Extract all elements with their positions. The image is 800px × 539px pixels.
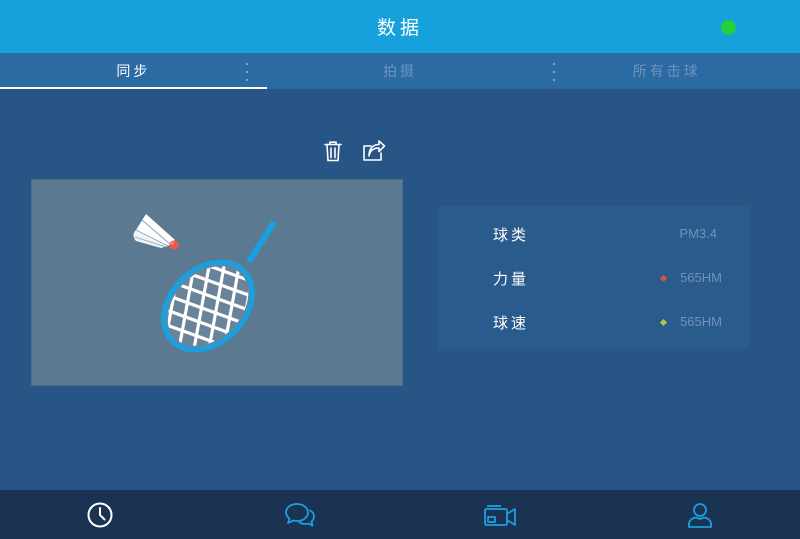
delete-button[interactable] bbox=[323, 140, 343, 162]
stat-value: 565HM bbox=[680, 270, 722, 285]
tab-bar: 同步 拍摄 所有击球 bbox=[0, 53, 800, 89]
share-icon bbox=[363, 140, 386, 161]
tab-sync[interactable]: 同步 bbox=[0, 53, 267, 89]
stat-label: 球速 bbox=[493, 314, 530, 332]
stat-label: 球类 bbox=[493, 226, 530, 244]
video-camera-icon bbox=[484, 504, 516, 526]
nav-history[interactable] bbox=[0, 490, 200, 539]
shot-stats-card: 球类 PM3.4 力量 565HM 球速 565HM bbox=[439, 207, 748, 348]
racket-icon bbox=[151, 221, 276, 361]
trash-icon bbox=[324, 141, 342, 162]
power-marker-icon bbox=[659, 274, 668, 283]
connection-status-indicator bbox=[721, 20, 736, 35]
stat-value: 565HM bbox=[680, 314, 722, 329]
stat-label: 力量 bbox=[493, 270, 530, 288]
tab-capture[interactable]: 拍摄 bbox=[267, 53, 534, 89]
tab-separator bbox=[246, 63, 248, 81]
chat-icon bbox=[285, 502, 315, 526]
stat-value: PM3.4 bbox=[679, 226, 717, 241]
app-header: 数据 bbox=[0, 0, 800, 53]
user-icon bbox=[688, 502, 712, 528]
page-title: 数据 bbox=[376, 17, 423, 39]
tab-capture-label: 拍摄 bbox=[383, 64, 417, 80]
share-button[interactable] bbox=[362, 140, 386, 162]
nav-record[interactable] bbox=[400, 490, 600, 539]
tab-sync-label: 同步 bbox=[116, 64, 151, 80]
tab-all-shots-label: 所有击球 bbox=[632, 64, 701, 80]
shuttlecock-icon bbox=[133, 214, 179, 250]
clock-icon bbox=[87, 502, 113, 527]
nav-messages[interactable] bbox=[200, 490, 400, 539]
tab-all-shots[interactable]: 所有击球 bbox=[533, 53, 800, 89]
tab-separator bbox=[553, 63, 555, 81]
bottom-nav bbox=[0, 490, 800, 539]
shot-visual-card bbox=[31, 179, 403, 386]
badminton-illustration bbox=[133, 214, 276, 361]
stat-row-ball-type: 球类 PM3.4 bbox=[439, 224, 748, 246]
nav-profile[interactable] bbox=[600, 490, 800, 539]
speed-marker-icon bbox=[659, 318, 668, 327]
stat-row-power: 力量 565HM bbox=[439, 268, 748, 290]
stat-row-speed: 球速 565HM bbox=[439, 312, 748, 334]
